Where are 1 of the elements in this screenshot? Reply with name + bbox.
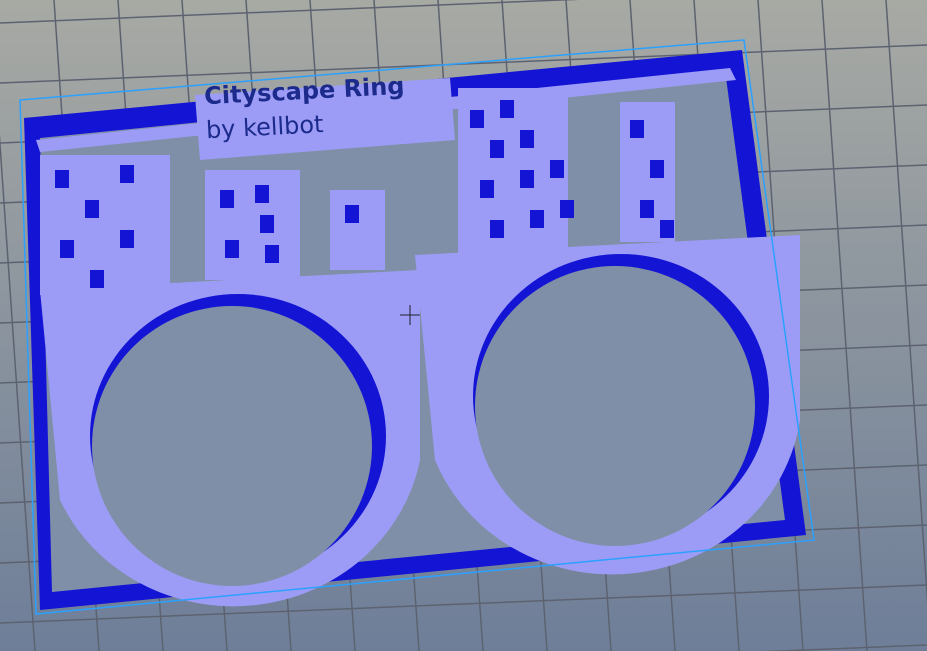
crosshair-icon [400,305,420,325]
